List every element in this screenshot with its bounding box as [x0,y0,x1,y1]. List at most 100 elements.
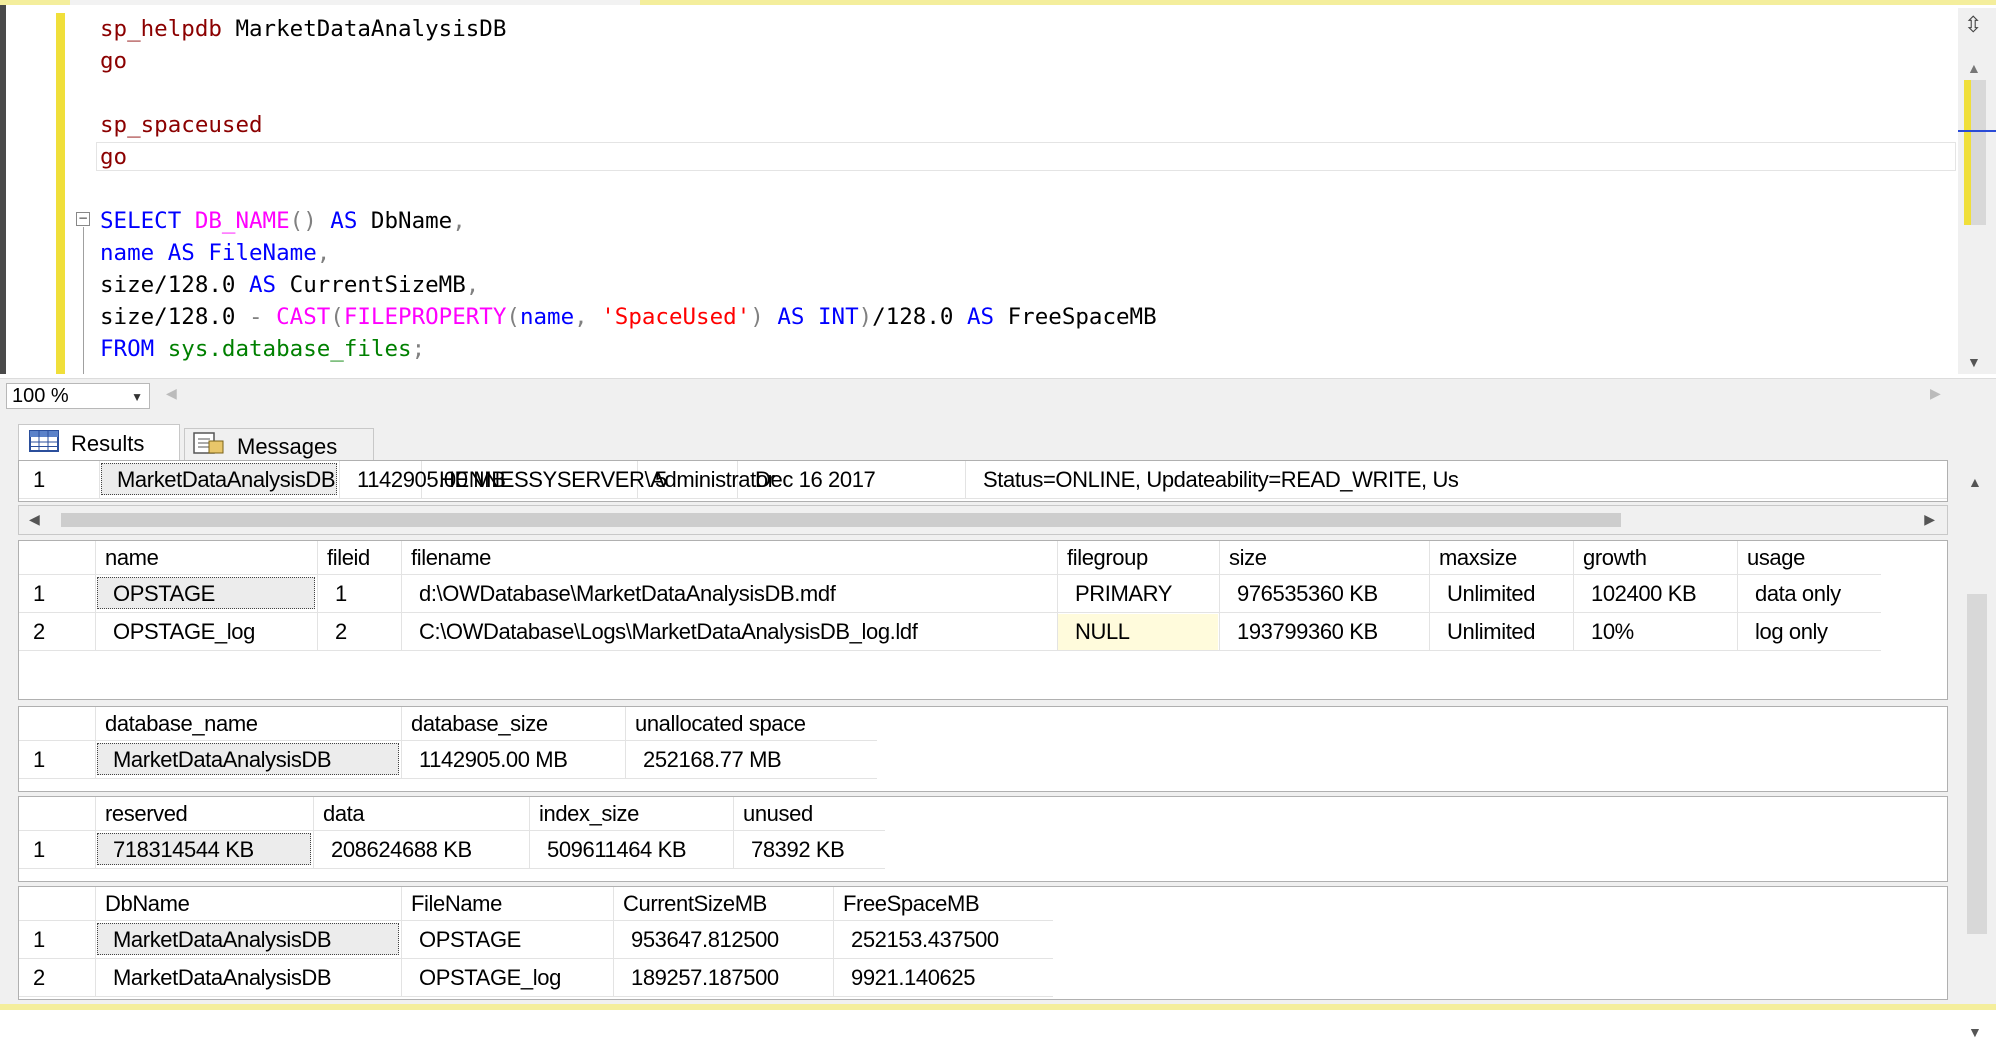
grid-cell[interactable]: OPSTAGE_log [113,617,255,647]
row-number[interactable]: 1 [33,835,45,865]
tab-results[interactable]: Results [18,424,180,464]
scroll-down-icon[interactable]: ▼ [1968,1024,1982,1040]
column-header[interactable]: usage [1747,543,1805,573]
grid-cell[interactable]: 252168.77 MB [643,745,782,775]
result-grid[interactable]: 1 MarketDataAnalysisDB 1142905.00 MB HENNES… [18,460,1948,502]
grid-cell[interactable]: MarketDataAnalysisDB [113,925,332,955]
column-header[interactable]: unused [743,799,813,829]
query-editor[interactable]: − sp_helpdb MarketDataAnalysisDB go sp_sp… [0,5,1996,374]
editor-vertical-scrollbar[interactable]: ⇳ ▲ ▼ [1958,8,1996,374]
grid-cell[interactable]: 1 [335,579,347,609]
grid-cell[interactable]: 9921.140625 [851,963,975,993]
code-line[interactable]: sp_spaceused [100,109,1157,141]
zoom-select[interactable]: 100 % ▼ [6,383,150,409]
scroll-down-icon[interactable]: ▼ [1967,354,1981,370]
results-vertical-scrollbar[interactable]: ▲ ▼ [1958,464,1996,1040]
grid-cell[interactable]: PRIMARY [1075,579,1172,609]
code-line[interactable]: go [100,365,1157,374]
code-line[interactable]: go [100,141,1157,173]
column-header[interactable]: FreeSpaceMB [843,889,980,919]
grid-cell[interactable]: d:\OWDatabase\MarketDataAnalysisDB.mdf [419,579,836,609]
code-line[interactable]: size/128.0 - CAST(FILEPROPERTY(name, 'Sp… [100,301,1157,333]
grid-cell[interactable]: log only [1755,617,1828,647]
row-number[interactable]: 2 [33,963,45,993]
code-line[interactable]: SELECT DB_NAME() AS DbName, [100,205,1157,237]
column-header[interactable]: size [1229,543,1267,573]
grid-cell[interactable]: Unlimited [1447,579,1536,609]
grid-cell[interactable]: OPSTAGE [113,579,215,609]
column-header[interactable]: filename [411,543,491,573]
grid-cell[interactable]: C:\OWDatabase\Logs\MarketDataAnalysisDB_… [419,617,918,647]
code-line[interactable]: size/128.0 AS CurrentSizeMB, [100,269,1157,301]
grid-cell[interactable]: 10% [1591,617,1634,647]
column-header[interactable]: database_size [411,709,548,739]
column-header[interactable]: database_name [105,709,258,739]
code-line[interactable] [100,77,1157,109]
grid-cell[interactable]: data only [1755,579,1841,609]
tab-messages[interactable]: Messages [184,428,374,464]
row-number[interactable]: 1 [33,745,45,775]
grid-cell[interactable]: OPSTAGE_log [419,963,561,993]
grid-cell[interactable]: 193799360 KB [1237,617,1378,647]
code-line[interactable] [100,173,1157,205]
grid-cell[interactable]: Unlimited [1447,617,1536,647]
scroll-right-icon[interactable]: ▶ [1924,511,1935,528]
code-line[interactable]: name AS FileName, [100,237,1157,269]
results-scroll-thumb[interactable] [1967,594,1987,934]
column-header[interactable]: maxsize [1439,543,1517,573]
grid-cell[interactable]: MarketDataAnalysisDB [117,465,336,495]
scroll-left-icon[interactable]: ◀ [166,385,177,402]
grid-cell[interactable]: 208624688 KB [331,835,472,865]
grid-cell[interactable]: MarketDataAnalysisDB [113,963,332,993]
scroll-right-icon[interactable]: ▶ [1930,385,1941,402]
scroll-left-icon[interactable]: ◀ [29,511,40,528]
scroll-up-icon[interactable]: ▲ [1968,474,1982,490]
column-header[interactable]: name [105,543,159,573]
grid-cell[interactable]: Dec 16 2017 [755,465,876,495]
chevron-down-icon[interactable]: ▼ [131,385,143,409]
result-grid[interactable]: name fileid filename filegroup size maxsize gr… [18,540,1948,700]
column-header[interactable]: unallocated space [635,709,806,739]
grid-cell[interactable]: MarketDataAnalysisDB [113,745,332,775]
column-header[interactable]: CurrentSizeMB [623,889,767,919]
row-number[interactable]: 1 [33,925,45,955]
collapse-toggle-icon[interactable]: − [76,212,90,226]
split-window-icon[interactable]: ⇳ [1964,14,1982,36]
sql-code[interactable]: sp_helpdb MarketDataAnalysisDB go sp_spac… [100,13,1157,374]
grid-cell[interactable]: 2 [335,617,347,647]
grid-cell[interactable]: 953647.812500 [631,925,779,955]
grid-cell[interactable]: 189257.187500 [631,963,779,993]
horizontal-scroll-thumb[interactable] [61,513,1621,527]
grid-cell[interactable]: HENNESSYSERVER\Administrator [439,465,775,495]
column-header[interactable]: data [323,799,365,829]
grid-cell[interactable]: 252153.437500 [851,925,999,955]
grid-horizontal-scrollbar[interactable]: ◀ ▶ [18,505,1948,535]
result-grid[interactable]: DbName FileName CurrentSizeMB FreeSpaceMB 1 M… [18,886,1948,1000]
column-header[interactable]: index_size [539,799,639,829]
scroll-up-icon[interactable]: ▲ [1967,60,1981,76]
result-grid[interactable]: database_name database_size unallocated sp… [18,706,1948,792]
grid-cell[interactable]: NULL [1075,617,1130,647]
column-header[interactable]: fileid [327,543,370,573]
grid-cell[interactable]: 509611464 KB [547,835,687,865]
column-header[interactable]: filegroup [1067,543,1148,573]
code-line[interactable]: go [100,45,1157,77]
code-line[interactable]: sp_helpdb MarketDataAnalysisDB [100,13,1157,45]
grid-cell[interactable]: Status=ONLINE, Updateability=READ_WRITE,… [983,465,1459,495]
grid-cell[interactable]: 1142905.00 MB [419,745,568,775]
column-header[interactable]: DbName [105,889,190,919]
grid-cell[interactable]: 78392 KB [751,835,845,865]
row-number[interactable]: 2 [33,617,45,647]
row-number[interactable]: 1 [33,579,45,609]
grid-cell[interactable]: 5 [655,465,667,495]
row-number[interactable]: 1 [33,465,45,495]
grid-cell[interactable]: 718314544 KB [113,835,254,865]
grid-cell[interactable]: 976535360 KB [1237,579,1378,609]
column-header[interactable]: reserved [105,799,188,829]
code-line[interactable]: FROM sys.database_files; [100,333,1157,365]
grid-cell[interactable]: 102400 KB [1591,579,1697,609]
result-grid[interactable]: reserved data index_size unused 1 718314544 K… [18,796,1948,882]
grid-cell[interactable]: OPSTAGE [419,925,521,955]
column-header[interactable]: growth [1583,543,1647,573]
column-header[interactable]: FileName [411,889,502,919]
